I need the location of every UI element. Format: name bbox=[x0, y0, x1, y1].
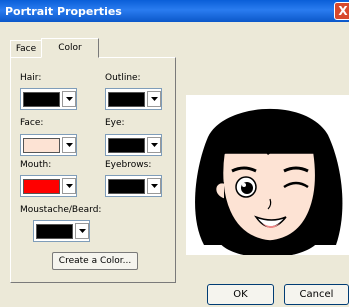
create-color-button[interactable]: Create a Color... bbox=[52, 252, 138, 270]
chevron-down-icon[interactable] bbox=[75, 223, 89, 239]
chevron-down-icon[interactable] bbox=[147, 91, 161, 107]
outline-label: Outline: bbox=[105, 73, 141, 83]
moustache-label: Moustache/Beard: bbox=[20, 205, 102, 215]
tab-color[interactable]: Color bbox=[41, 38, 99, 58]
ok-button[interactable]: OK bbox=[207, 284, 274, 305]
face-color-fill bbox=[23, 138, 60, 153]
cancel-button[interactable]: Cancel bbox=[284, 284, 349, 305]
eye-color-fill bbox=[108, 138, 145, 153]
mouth-label: Mouth: bbox=[20, 160, 52, 170]
moustache-color-dropdown[interactable] bbox=[33, 220, 90, 242]
chevron-down-icon[interactable] bbox=[147, 137, 161, 153]
chevron-down-icon[interactable] bbox=[62, 91, 76, 107]
face-color-dropdown[interactable] bbox=[20, 134, 77, 156]
outline-color-fill bbox=[108, 92, 145, 107]
hair-label: Hair: bbox=[20, 73, 42, 83]
chevron-down-icon[interactable] bbox=[62, 178, 76, 194]
tab-face[interactable]: Face bbox=[10, 40, 42, 57]
hair-color-fill bbox=[23, 92, 60, 107]
mouth-color-dropdown[interactable] bbox=[20, 175, 77, 197]
face-label: Face: bbox=[20, 118, 44, 128]
chevron-down-icon[interactable] bbox=[147, 178, 161, 194]
moustache-color-fill bbox=[36, 224, 73, 239]
eye-color-dropdown[interactable] bbox=[105, 134, 162, 156]
eye-label: Eye: bbox=[105, 118, 125, 128]
outline-color-dropdown[interactable] bbox=[105, 88, 162, 110]
portrait-preview bbox=[186, 95, 349, 258]
eyebrows-label: Eyebrows: bbox=[105, 160, 152, 170]
chevron-down-icon[interactable] bbox=[62, 137, 76, 153]
window-title: Portrait Properties bbox=[5, 5, 122, 18]
portrait-illustration bbox=[195, 108, 343, 258]
mouth-color-fill bbox=[23, 179, 60, 194]
hair-color-dropdown[interactable] bbox=[20, 88, 77, 110]
title-bar[interactable]: Portrait Properties bbox=[0, 0, 349, 22]
eyebrows-color-fill bbox=[108, 179, 145, 194]
eyebrows-color-dropdown[interactable] bbox=[105, 175, 162, 197]
close-button[interactable]: X bbox=[334, 2, 349, 20]
